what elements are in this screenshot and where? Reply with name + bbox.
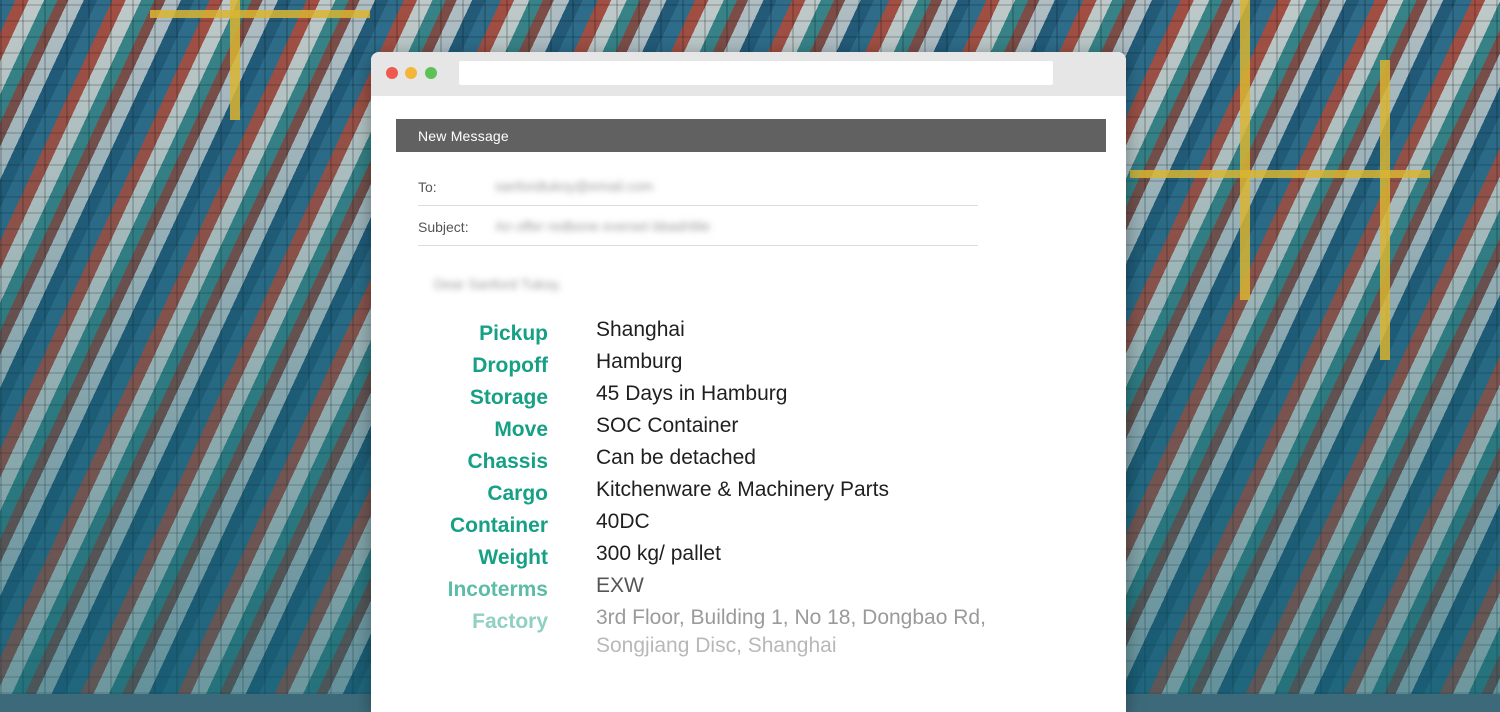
detail-label: Factory — [472, 610, 548, 633]
detail-label: Cargo — [487, 482, 548, 505]
crane-far-right — [1380, 60, 1390, 360]
detail-value: EXW — [596, 574, 644, 597]
detail-label: Dropoff — [472, 354, 548, 377]
to-field[interactable]: To: sanfordtukoy@email.com — [418, 165, 978, 206]
detail-label: Storage — [469, 386, 548, 409]
detail-row-chassis: Chassis Can be detached — [371, 444, 1126, 476]
close-window-button[interactable] — [386, 67, 398, 79]
detail-row-container: Container 40DC — [371, 508, 1126, 540]
subject-input[interactable]: An offer redbone everset bbadrittle — [495, 218, 710, 234]
detail-row-dropoff: Dropoff Hamburg — [371, 348, 1126, 380]
detail-value: 40DC — [596, 510, 650, 533]
compose-header: New Message — [396, 119, 1106, 152]
detail-value: Hamburg — [596, 350, 683, 373]
message-greeting: Dear Sanford Tukoy, — [434, 276, 562, 292]
detail-label: Container — [449, 514, 548, 537]
detail-row-storage: Storage 45 Days in Hamburg — [371, 380, 1126, 412]
subject-label: Subject: — [418, 219, 469, 235]
detail-value: 45 Days in Hamburg — [596, 382, 788, 405]
compose-title: New Message — [418, 128, 509, 144]
minimize-window-button[interactable] — [405, 67, 417, 79]
detail-value: Shanghai — [596, 318, 685, 341]
factory-address-line1: 3rd Floor, Building 1, No 18, Dongbao Rd… — [596, 606, 986, 629]
detail-row-weight: Weight 300 kg/ pallet — [371, 540, 1126, 572]
to-label: To: — [418, 179, 437, 195]
detail-row-factory: Factory 3rd Floor, Building 1, No 18, Do… — [371, 604, 1126, 657]
crane-left — [230, 0, 240, 120]
crane-left-beam — [150, 10, 370, 18]
detail-value: SOC Container — [596, 414, 739, 437]
browser-window: New Message To: sanfordtukoy@email.com S… — [371, 52, 1126, 712]
to-input[interactable]: sanfordtukoy@email.com — [495, 178, 653, 194]
detail-value: Can be detached — [596, 446, 756, 469]
detail-label: Incoterms — [447, 578, 548, 601]
factory-address-line2: Songjiang Disc, Shanghai — [596, 634, 837, 657]
detail-row-incoterms: Incoterms EXW — [371, 572, 1126, 604]
detail-value: Kitchenware & Machinery Parts — [596, 478, 889, 501]
detail-value: 300 kg/ pallet — [596, 542, 721, 565]
detail-label: Chassis — [467, 450, 548, 473]
maximize-window-button[interactable] — [425, 67, 437, 79]
crane-right — [1240, 0, 1250, 300]
detail-label: Pickup — [479, 322, 548, 345]
detail-row-cargo: Cargo Kitchenware & Machinery Parts — [371, 476, 1126, 508]
detail-value: 3rd Floor, Building 1, No 18, Dongbao Rd… — [596, 606, 986, 658]
address-bar[interactable] — [459, 61, 1053, 85]
browser-titlebar — [371, 52, 1126, 96]
detail-row-move: Move SOC Container — [371, 412, 1126, 444]
detail-label: Weight — [478, 546, 548, 569]
detail-label: Move — [494, 418, 548, 441]
subject-field[interactable]: Subject: An offer redbone everset bbadri… — [418, 205, 978, 246]
detail-row-pickup: Pickup Shanghai — [371, 316, 1126, 348]
